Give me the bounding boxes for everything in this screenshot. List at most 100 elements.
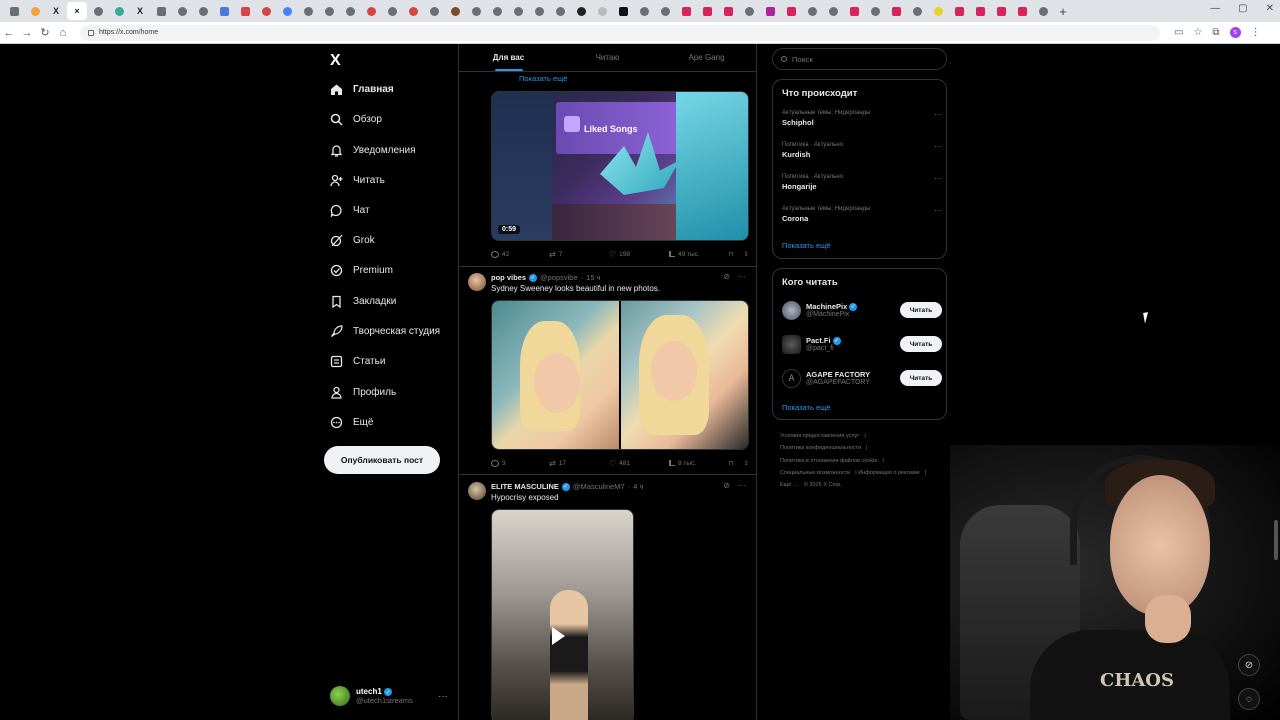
- browser-tab[interactable]: [991, 2, 1011, 20]
- footer-link[interactable]: Ещё ...: [780, 482, 797, 488]
- back-icon[interactable]: ←: [0, 27, 18, 39]
- author-handle[interactable]: @MasculineM7: [573, 482, 625, 491]
- footer-link[interactable]: Политика в отношении файлов cookie: [780, 458, 877, 464]
- page-scrollbar[interactable]: [1274, 520, 1278, 560]
- tweet-time[interactable]: 15 ч: [586, 273, 600, 282]
- browser-tab[interactable]: [1033, 2, 1053, 20]
- extensions-icon[interactable]: ⧉: [1212, 27, 1219, 38]
- browser-tab[interactable]: [361, 2, 381, 20]
- browser-tab[interactable]: [655, 2, 675, 20]
- browser-tab[interactable]: [1012, 2, 1032, 20]
- tweet-video[interactable]: [491, 509, 634, 720]
- browser-tab[interactable]: [25, 2, 45, 20]
- nav-item-bookmarks[interactable]: Закладки: [330, 290, 396, 312]
- nav-item-more[interactable]: Ещё: [330, 411, 373, 433]
- show-more-link[interactable]: Показать ещё: [519, 74, 567, 83]
- browser-tab[interactable]: [529, 2, 549, 20]
- browser-tab[interactable]: [4, 2, 24, 20]
- browser-tab[interactable]: [172, 2, 192, 20]
- author-name[interactable]: ELITE MASCULINE: [491, 482, 559, 491]
- tweet-video[interactable]: Liked Songs 0:59: [491, 91, 749, 241]
- views-button[interactable]: 8 тыс.: [669, 460, 717, 467]
- browser-tab[interactable]: [340, 2, 360, 20]
- nav-item-grok[interactable]: Grok: [330, 229, 375, 251]
- forward-icon[interactable]: →: [18, 27, 36, 39]
- tweet-photo[interactable]: [621, 301, 748, 449]
- account-switcher[interactable]: utech1 ✓ @utech1streams ···: [330, 684, 448, 708]
- minimize-icon[interactable]: —: [1210, 3, 1220, 14]
- bookmark-icon[interactable]: ⊓: [728, 459, 733, 467]
- more-dots-icon[interactable]: ···: [934, 206, 942, 215]
- like-button[interactable]: ♡ 481: [609, 459, 669, 468]
- x-logo-icon[interactable]: X: [330, 52, 341, 70]
- publish-post-button[interactable]: Опубликовать пост: [324, 446, 440, 474]
- browser-tab[interactable]: [928, 2, 948, 20]
- tweet-photo[interactable]: [492, 301, 619, 449]
- url-field[interactable]: https://x.com/home: [80, 24, 1160, 41]
- messages-float-icon[interactable]: ◌: [1238, 688, 1260, 710]
- follow-button[interactable]: Читать: [900, 336, 942, 352]
- footer-link[interactable]: Условия предоставления услуг: [780, 433, 859, 439]
- grok-icon[interactable]: ⊘: [723, 272, 730, 281]
- browser-tab[interactable]: X: [130, 2, 150, 20]
- tab-following[interactable]: Читаю: [558, 44, 657, 71]
- reload-icon[interactable]: ↻: [36, 26, 54, 39]
- browser-menu-icon[interactable]: ⋮: [1251, 27, 1261, 38]
- trend-item[interactable]: Актуальные темы: Нидерланды Schiphol ···: [782, 110, 942, 127]
- browser-tab[interactable]: [823, 2, 843, 20]
- nav-item-notifications[interactable]: Уведомления: [330, 139, 416, 161]
- maximize-icon[interactable]: ▢: [1238, 3, 1247, 14]
- browser-tab[interactable]: [634, 2, 654, 20]
- browser-tab[interactable]: [88, 2, 108, 20]
- avatar[interactable]: [468, 273, 486, 291]
- nav-item-explore[interactable]: Обзор: [330, 108, 382, 130]
- like-button[interactable]: ♡ 198: [609, 250, 669, 259]
- nav-item-profile[interactable]: Профиль: [330, 381, 396, 403]
- trend-item[interactable]: Актуальные темы: Нидерланды Corona ···: [782, 206, 942, 223]
- browser-profile-avatar[interactable]: s: [1229, 27, 1241, 38]
- nav-item-creator-studio[interactable]: Творческая студия: [330, 320, 440, 342]
- browser-tab[interactable]: [844, 2, 864, 20]
- browser-tab[interactable]: [949, 2, 969, 20]
- footer-link[interactable]: Политика конфиденциальности: [780, 445, 861, 451]
- browser-tab[interactable]: [802, 2, 822, 20]
- browser-tab[interactable]: [739, 2, 759, 20]
- search-input[interactable]: [792, 54, 932, 64]
- browser-tab[interactable]: [886, 2, 906, 20]
- browser-tab[interactable]: [592, 2, 612, 20]
- more-dots-icon[interactable]: ···: [738, 481, 746, 490]
- site-info-icon[interactable]: [88, 29, 94, 36]
- home-browser-icon[interactable]: ⌂: [54, 27, 72, 39]
- browser-tab[interactable]: [403, 2, 423, 20]
- browser-tab[interactable]: [193, 2, 213, 20]
- play-icon[interactable]: [552, 627, 565, 645]
- browser-tab[interactable]: [676, 2, 696, 20]
- footer-link[interactable]: Специальные возможности: [780, 470, 850, 476]
- browser-tab[interactable]: [151, 2, 171, 20]
- close-window-icon[interactable]: ✕: [1266, 3, 1274, 14]
- follow-button[interactable]: Читать: [900, 302, 942, 318]
- more-dots-icon[interactable]: ···: [934, 142, 942, 151]
- browser-tab[interactable]: [550, 2, 570, 20]
- suggestion-row[interactable]: Pact.Fi ✓ @pact_fi Читать: [782, 332, 942, 356]
- browser-tab[interactable]: [970, 2, 990, 20]
- suggestion-row[interactable]: MachinePix ✓ @MachinePix Читать: [782, 298, 942, 322]
- browser-tab[interactable]: [424, 2, 444, 20]
- browser-tab[interactable]: [319, 2, 339, 20]
- more-dots-icon[interactable]: ···: [934, 174, 942, 183]
- new-tab-button[interactable]: +: [1054, 4, 1072, 19]
- reply-button[interactable]: 3: [491, 459, 549, 467]
- close-tab-icon[interactable]: ×: [74, 6, 79, 16]
- browser-tab[interactable]: [571, 2, 591, 20]
- nav-item-follow[interactable]: Читать: [330, 169, 385, 191]
- more-dots-icon[interactable]: ···: [738, 272, 746, 281]
- browser-tab[interactable]: [508, 2, 528, 20]
- more-dots-icon[interactable]: ···: [438, 691, 448, 702]
- more-dots-icon[interactable]: ···: [934, 110, 942, 119]
- views-button[interactable]: 49 тыс.: [669, 251, 717, 258]
- browser-tab[interactable]: [907, 2, 927, 20]
- browser-tab[interactable]: [256, 2, 276, 20]
- browser-tab[interactable]: [445, 2, 465, 20]
- browser-tab[interactable]: [277, 2, 297, 20]
- bookmark-icon[interactable]: ⊓: [728, 250, 733, 258]
